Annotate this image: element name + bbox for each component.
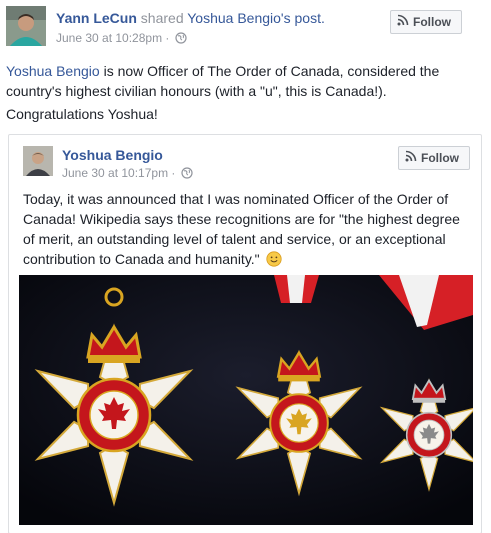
shared-post-timestamp[interactable]: June 30 at 10:17pm xyxy=(62,166,168,180)
post-timestamp[interactable]: June 30 at 10:28pm xyxy=(56,31,162,45)
rss-icon xyxy=(397,11,409,33)
globe-icon xyxy=(175,32,187,47)
author-name[interactable]: Yann LeCun xyxy=(56,10,137,26)
shared-prefix: shared xyxy=(140,10,184,26)
shared-post-card: Yoshua Bengio June 30 at 10:17pm · Today… xyxy=(8,134,482,533)
shared-author-avatar[interactable] xyxy=(23,146,53,176)
post-text: Yoshua Bengio is now Officer of The Orde… xyxy=(6,61,476,101)
shared-post-meta: June 30 at 10:17pm · xyxy=(62,166,193,182)
follow-label: Follow xyxy=(421,151,459,165)
post-meta: June 30 at 10:28pm · xyxy=(56,31,187,47)
shared-post-body: Today, it was announced that I was nomin… xyxy=(23,191,460,267)
follow-button[interactable]: Follow xyxy=(390,10,462,34)
avatar[interactable] xyxy=(6,6,46,46)
meta-separator: · xyxy=(165,31,170,45)
follow-label: Follow xyxy=(413,15,451,29)
mention-link[interactable]: Yoshua Bengio xyxy=(6,63,100,79)
shared-target-link[interactable]: Yoshua Bengio's post. xyxy=(187,10,325,26)
post-photo[interactable] xyxy=(19,275,473,525)
meta-separator: · xyxy=(171,166,176,180)
globe-icon xyxy=(181,167,193,182)
rss-icon xyxy=(405,147,417,169)
shared-author-name[interactable]: Yoshua Bengio xyxy=(62,147,163,163)
shared-follow-button[interactable]: Follow xyxy=(398,146,470,170)
shared-post-text: Today, it was announced that I was nomin… xyxy=(23,189,469,272)
post-text-congrats: Congratulations Yoshua! xyxy=(6,106,158,122)
smiley-icon xyxy=(265,251,282,272)
author-line: Yann LeCun shared Yoshua Bengio's post. xyxy=(56,10,325,26)
